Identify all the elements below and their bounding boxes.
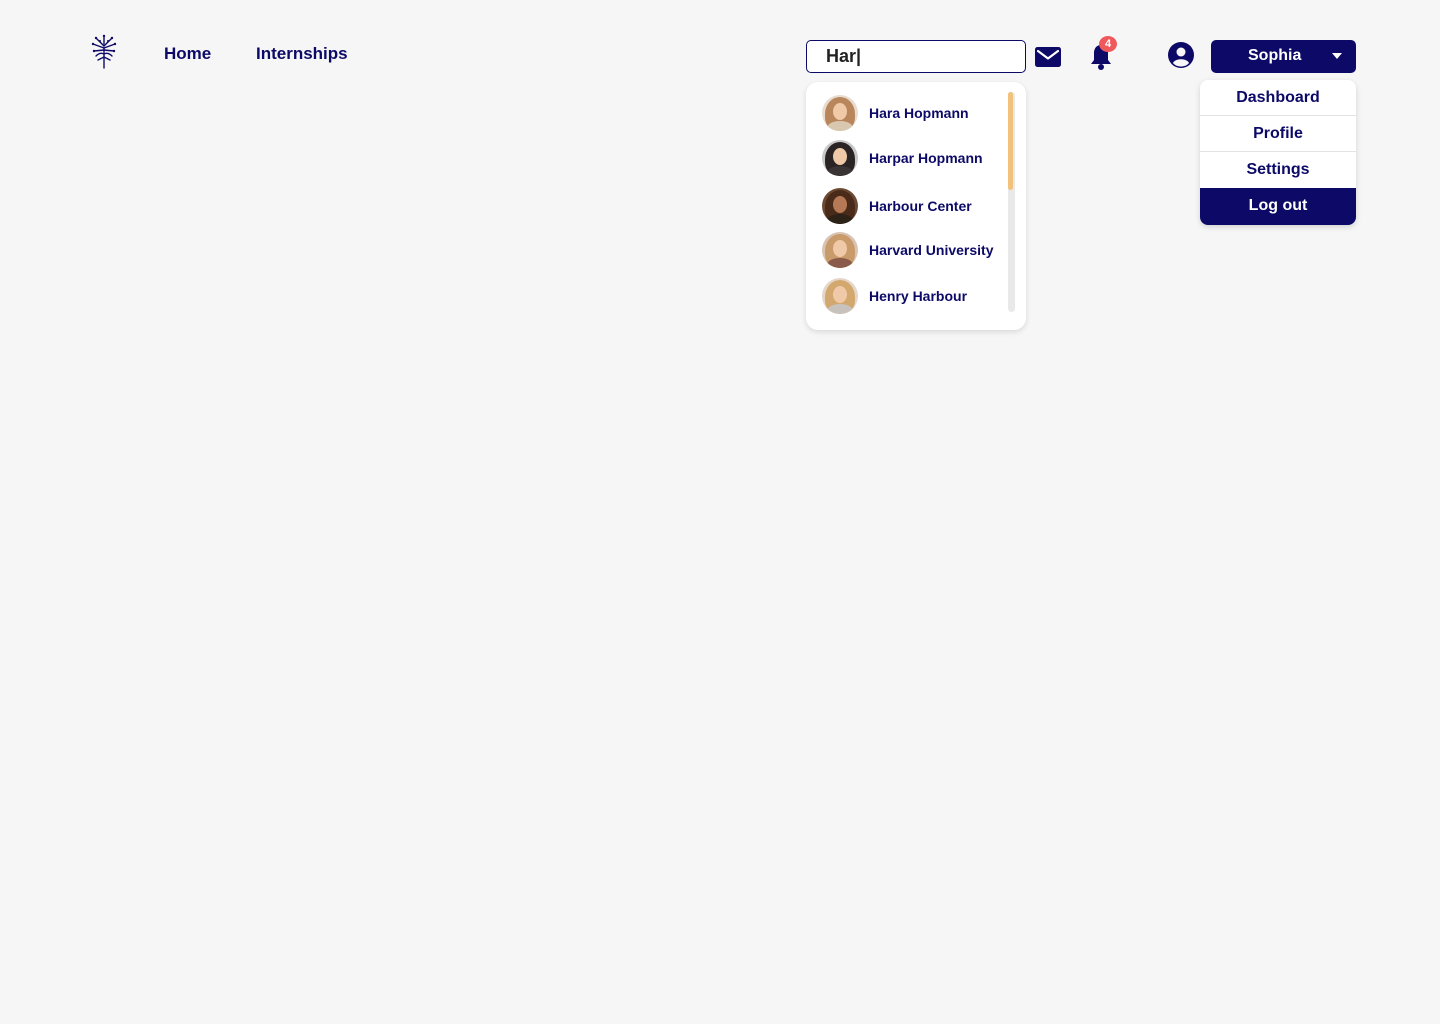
avatar: [822, 140, 858, 176]
avatar: [822, 188, 858, 224]
logout-button[interactable]: Log out: [1200, 188, 1356, 225]
user-menu-button[interactable]: Sophia: [1211, 40, 1356, 73]
mail-icon[interactable]: [1034, 46, 1062, 68]
suggestion-item[interactable]: Hara Hopmann: [822, 95, 1002, 131]
user-avatar-icon[interactable]: [1167, 41, 1195, 69]
user-dropdown-menu: Dashboard Profile Settings Log out: [1200, 80, 1356, 225]
scrollbar-thumb[interactable]: [1008, 92, 1013, 190]
suggestion-name: Hara Hopmann: [869, 105, 969, 121]
menu-item-profile[interactable]: Profile: [1200, 116, 1356, 152]
menu-item-dashboard[interactable]: Dashboard: [1200, 80, 1356, 116]
avatar: [822, 232, 858, 268]
nav-home-link[interactable]: Home: [164, 44, 211, 64]
tree-logo-icon[interactable]: [90, 34, 118, 70]
user-name: Sophia: [1248, 47, 1302, 64]
avatar: [822, 278, 858, 314]
suggestion-item[interactable]: Harpar Hopmann: [822, 140, 1002, 176]
suggestion-item[interactable]: Harbour Center: [822, 188, 1002, 224]
menu-item-settings[interactable]: Settings: [1200, 152, 1356, 188]
avatar: [822, 95, 858, 131]
nav-internships-link[interactable]: Internships: [256, 44, 348, 64]
notification-badge: 4: [1099, 36, 1117, 52]
suggestion-item[interactable]: Henry Harbour: [822, 278, 1002, 314]
suggestion-name: Harvard University: [869, 242, 994, 258]
search-suggestions-dropdown: Hara Hopmann Harpar Hopmann Harbour Cent…: [806, 82, 1026, 330]
suggestions-scrollbar[interactable]: [1008, 92, 1015, 312]
suggestion-name: Harpar Hopmann: [869, 150, 983, 166]
search-input[interactable]: [806, 40, 1026, 73]
suggestion-item[interactable]: Harvard University: [822, 232, 1002, 268]
caret-down-icon: [1332, 53, 1342, 59]
suggestion-name: Harbour Center: [869, 198, 972, 214]
suggestion-name: Henry Harbour: [869, 288, 968, 304]
